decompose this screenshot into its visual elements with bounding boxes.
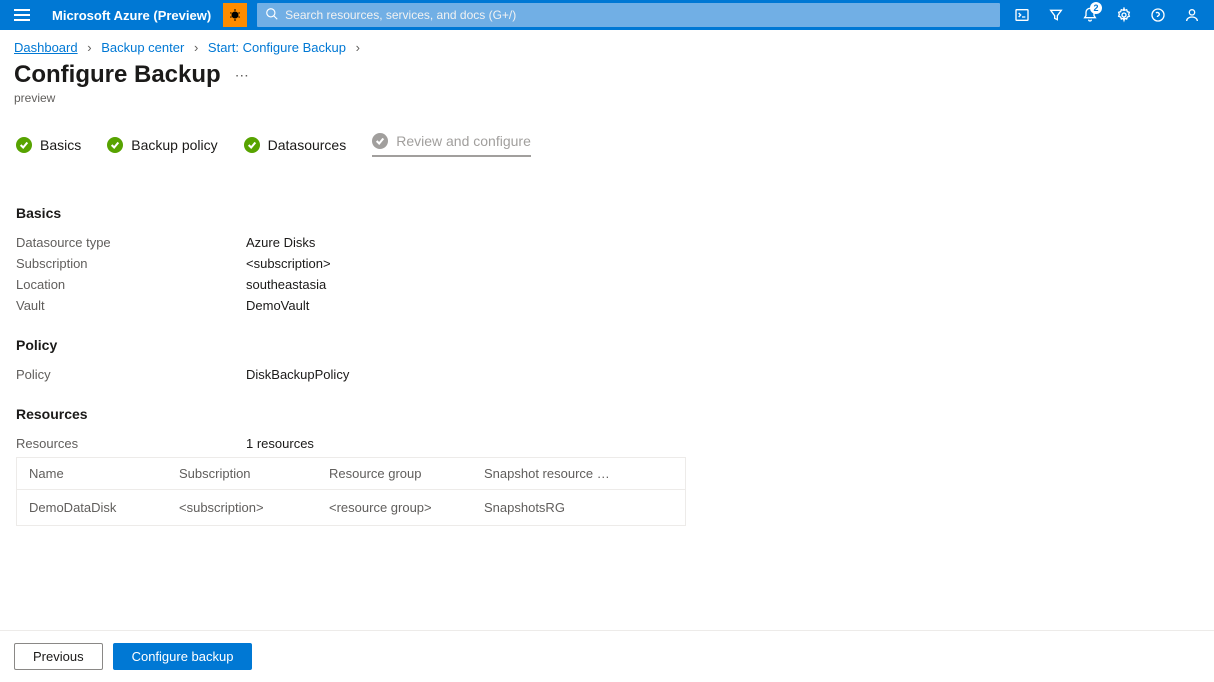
cloud-shell-icon[interactable] [1006, 0, 1038, 30]
cell-snapshot: SnapshotsRG [472, 490, 685, 525]
col-subscription: Subscription [167, 458, 317, 489]
brand-label: Microsoft Azure (Preview) [44, 8, 219, 23]
label-subscription: Subscription [16, 256, 246, 271]
top-bar-icons: 2 [1006, 0, 1214, 30]
value-vault: DemoVault [246, 298, 309, 313]
step-label: Datasources [268, 137, 347, 153]
label-policy: Policy [16, 367, 246, 382]
check-icon [107, 137, 123, 153]
table-header: Name Subscription Resource group Snapsho… [17, 458, 685, 490]
breadcrumb-start[interactable]: Start: Configure Backup [208, 40, 346, 55]
policy-section: Policy PolicyDiskBackupPolicy [16, 337, 1198, 382]
value-location: southeastasia [246, 277, 326, 292]
hamburger-menu[interactable] [0, 9, 44, 21]
page-title-row: Configure Backup ⋯ [0, 55, 1214, 89]
section-heading-resources: Resources [16, 406, 1198, 422]
feedback-icon[interactable] [1176, 0, 1208, 30]
basics-section: Basics Datasource typeAzure Disks Subscr… [16, 205, 1198, 313]
value-policy: DiskBackupPolicy [246, 367, 349, 382]
step-label: Backup policy [131, 137, 217, 153]
global-top-bar: Microsoft Azure (Preview) 2 [0, 0, 1214, 30]
col-name: Name [17, 458, 167, 489]
col-snapshot: Snapshot resource … [472, 458, 685, 489]
step-label: Review and configure [396, 133, 531, 149]
step-datasources[interactable]: Datasources [244, 133, 347, 157]
cell-resource-group: <resource group> [317, 490, 472, 525]
chevron-right-icon: › [194, 40, 198, 55]
wizard-steps: Basics Backup policy Datasources Review … [0, 105, 1214, 165]
page-subtitle: preview [0, 89, 1214, 105]
preview-bug-icon[interactable] [223, 3, 247, 27]
notifications-icon[interactable]: 2 [1074, 0, 1106, 30]
settings-gear-icon[interactable] [1108, 0, 1140, 30]
check-icon [244, 137, 260, 153]
global-search-input[interactable] [257, 3, 1000, 27]
search-icon [265, 7, 279, 24]
breadcrumb-dashboard[interactable]: Dashboard [14, 40, 78, 55]
table-row: DemoDataDisk <subscription> <resource gr… [17, 490, 685, 525]
label-datasource-type: Datasource type [16, 235, 246, 250]
filter-icon[interactable] [1040, 0, 1072, 30]
chevron-right-icon: › [87, 40, 91, 55]
label-location: Location [16, 277, 246, 292]
breadcrumb-backup-center[interactable]: Backup center [101, 40, 184, 55]
check-icon [16, 137, 32, 153]
value-subscription: <subscription> [246, 256, 331, 271]
label-vault: Vault [16, 298, 246, 313]
help-icon[interactable] [1142, 0, 1174, 30]
section-heading-policy: Policy [16, 337, 1198, 353]
cell-name: DemoDataDisk [17, 490, 167, 525]
wizard-footer: Previous Configure backup [0, 630, 1214, 682]
step-label: Basics [40, 137, 81, 153]
more-actions-icon[interactable]: ⋯ [235, 67, 249, 84]
value-datasource-type: Azure Disks [246, 235, 315, 250]
notification-badge: 2 [1090, 2, 1102, 14]
chevron-right-icon: › [356, 40, 360, 55]
label-resources: Resources [16, 436, 246, 451]
review-content: Basics Datasource typeAzure Disks Subscr… [0, 165, 1214, 630]
step-basics[interactable]: Basics [16, 133, 81, 157]
step-review[interactable]: Review and configure [372, 133, 531, 157]
col-resource-group: Resource group [317, 458, 472, 489]
step-backup-policy[interactable]: Backup policy [107, 133, 217, 157]
value-resources-count: 1 resources [246, 436, 314, 451]
previous-button[interactable]: Previous [14, 643, 103, 670]
cell-subscription: <subscription> [167, 490, 317, 525]
resources-section: Resources Resources 1 resources Name Sub… [16, 406, 1198, 526]
resources-table: Name Subscription Resource group Snapsho… [16, 457, 686, 526]
section-heading-basics: Basics [16, 205, 1198, 221]
configure-backup-button[interactable]: Configure backup [113, 643, 253, 670]
page-title: Configure Backup [14, 61, 221, 89]
breadcrumb: Dashboard › Backup center › Start: Confi… [0, 30, 1214, 55]
check-icon [372, 133, 388, 149]
